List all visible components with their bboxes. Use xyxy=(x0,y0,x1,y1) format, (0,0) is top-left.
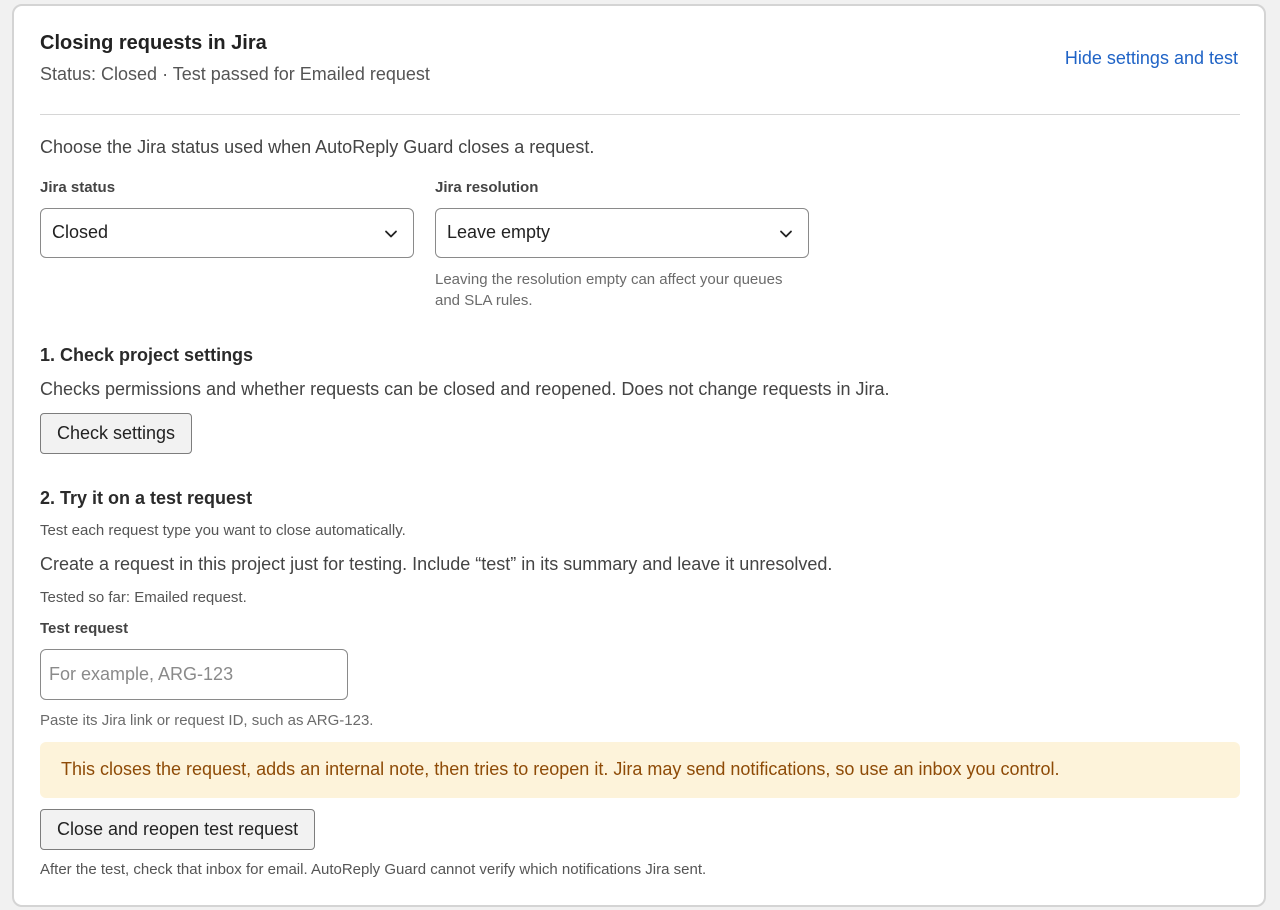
page-title: Closing requests in Jira xyxy=(40,32,267,54)
tested-so-far-text: Tested so far: Emailed request. xyxy=(40,589,247,606)
test-request-input[interactable] xyxy=(40,649,348,700)
warning-text: This closes the request, adds an interna… xyxy=(61,759,1060,779)
jira-status-value: Closed xyxy=(52,222,109,242)
jira-status-select[interactable]: Closed xyxy=(40,208,414,258)
jira-resolution-label: Jira resolution xyxy=(435,179,539,196)
footer-note: After the test, check that inbox for ema… xyxy=(40,861,707,878)
status-text: Status: Closed · Test passed for Emailed… xyxy=(40,64,430,84)
step2-heading: 2. Try it on a test request xyxy=(40,488,253,508)
intro-text: Choose the Jira status used when AutoRep… xyxy=(40,137,595,157)
test-request-label: Test request xyxy=(40,620,129,637)
jira-resolution-value: Leave empty xyxy=(447,222,551,242)
chevron-down-icon xyxy=(780,230,792,238)
jira-status-label: Jira status xyxy=(40,179,116,196)
test-request-help: Paste its Jira link or request ID, such … xyxy=(40,712,374,729)
step2-note: Test each request type you want to close… xyxy=(40,522,406,539)
step1-heading: 1. Check project settings xyxy=(40,345,254,365)
jira-resolution-help: Leaving the resolution empty can affect … xyxy=(435,271,783,309)
divider xyxy=(40,114,1240,115)
step2-description: Create a request in this project just fo… xyxy=(40,554,833,574)
closing-requests-card: Closing requests in Jira Status: Closed … xyxy=(12,4,1266,907)
warning-banner: This closes the request, adds an interna… xyxy=(40,742,1240,798)
jira-resolution-select[interactable]: Leave empty xyxy=(435,208,809,258)
close-reopen-test-button[interactable]: Close and reopen test request xyxy=(40,809,316,850)
step1-description: Checks permissions and whether requests … xyxy=(40,379,890,399)
check-settings-button[interactable]: Check settings xyxy=(40,413,193,454)
chevron-down-icon xyxy=(385,230,397,238)
hide-settings-link[interactable]: Hide settings and test xyxy=(1065,48,1238,69)
